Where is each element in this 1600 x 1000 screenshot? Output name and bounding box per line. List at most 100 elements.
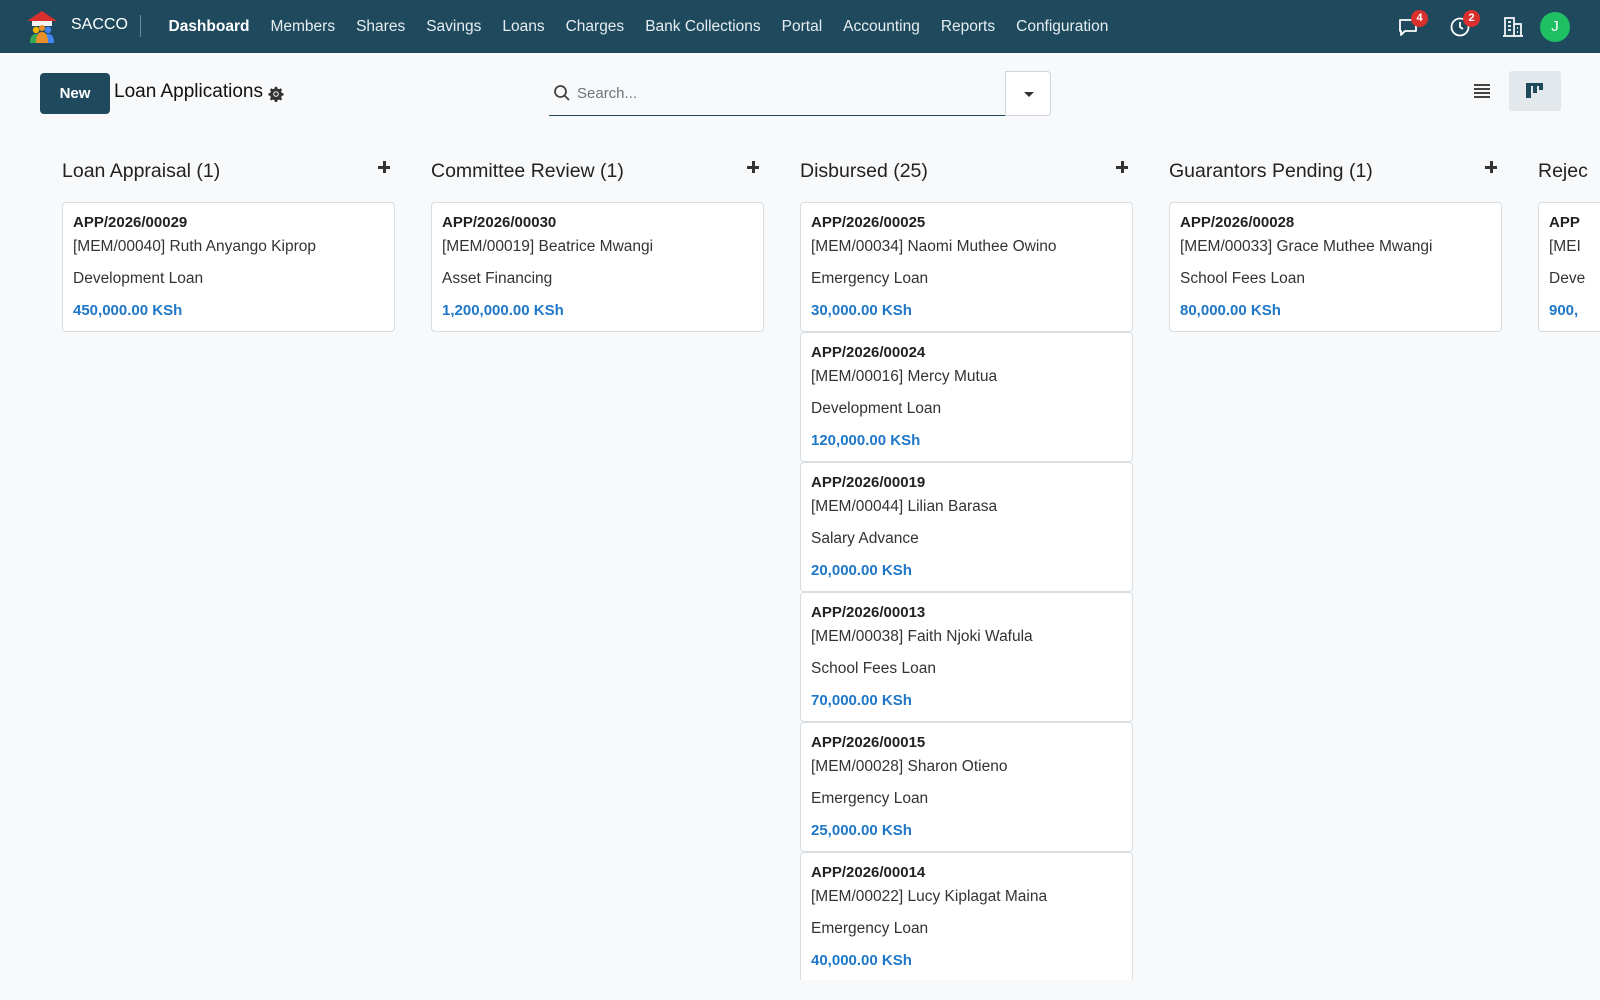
kanban-card[interactable]: APP/2026/00015 [MEM/00028] Sharon Otieno E…	[800, 722, 1133, 852]
messages-button[interactable]: 4	[1396, 10, 1428, 39]
quick-create-plus-icon[interactable]	[373, 156, 395, 178]
application-reference: APP	[1549, 214, 1580, 231]
search-input[interactable]	[577, 79, 997, 107]
loan-amount: 40,000.00 KSh	[811, 952, 912, 969]
loan-amount: 80,000.00 KSh	[1180, 302, 1281, 319]
member-name: [MEM/00040] Ruth Anyango Kiprop	[73, 238, 316, 255]
kanban-board: Loan Appraisal (1) APP/2026/00029 [MEM/000…	[0, 140, 1600, 980]
user-avatar[interactable]: J	[1540, 12, 1570, 42]
column-title[interactable]: Guarantors Pending (1)	[1169, 160, 1373, 183]
menu-item-configuration[interactable]: Configuration	[1006, 18, 1119, 36]
main-menu: Dashboard Members Shares Savings Loans Charge…	[158, 0, 1119, 53]
kanban-card[interactable]: APP/2026/00025 [MEM/00034] Naomi Muthee O…	[800, 202, 1133, 332]
kanban-column: Guarantors Pending (1) APP/2026/00028 [MEM…	[1169, 140, 1502, 332]
loan-product: Development Loan	[811, 400, 942, 417]
menu-item-portal[interactable]: Portal	[771, 18, 833, 36]
activities-badge: 2	[1463, 10, 1480, 27]
kanban-card[interactable]: APP/2026/00014 [MEM/00022] Lucy Kiplagat …	[800, 852, 1133, 980]
column-title[interactable]: Loan Appraisal (1)	[62, 160, 220, 183]
caret-down-icon	[1024, 92, 1034, 97]
application-reference: APP/2026/00013	[811, 604, 926, 621]
quick-create-plus-icon[interactable]	[1480, 156, 1502, 178]
column-title[interactable]: Rejec	[1538, 160, 1588, 183]
column-header: Guarantors Pending (1)	[1169, 140, 1502, 202]
loan-amount: 1,200,000.00 KSh	[442, 302, 564, 319]
menu-item-loans[interactable]: Loans	[492, 18, 555, 36]
kanban-view-button[interactable]	[1509, 71, 1561, 111]
kanban-column: Disbursed (25) APP/2026/00025 [MEM/00034] …	[800, 140, 1133, 980]
building-icon	[1503, 17, 1523, 37]
loan-product: Emergency Loan	[811, 270, 929, 287]
application-reference: APP/2026/00019	[811, 474, 926, 491]
loan-amount: 120,000.00 KSh	[811, 432, 921, 449]
kanban-card[interactable]: APP/2026/00030 [MEM/00019] Beatrice Mwang…	[431, 202, 764, 332]
activities-button[interactable]: 2	[1448, 10, 1480, 39]
menu-item-charges[interactable]: Charges	[555, 18, 635, 36]
kanban-column: Rejec APP [MEI Deve 900,	[1538, 140, 1600, 332]
brand-divider	[140, 15, 141, 37]
kanban-card[interactable]: APP/2026/00019 [MEM/00044] Lilian Barasa S…	[800, 462, 1133, 592]
loan-amount: 30,000.00 KSh	[811, 302, 912, 319]
list-icon	[1474, 84, 1490, 98]
quick-create-plus-icon[interactable]	[742, 156, 764, 178]
loan-product: School Fees Loan	[1180, 270, 1305, 287]
menu-item-savings[interactable]: Savings	[416, 18, 492, 36]
loan-product: Asset Financing	[442, 270, 553, 287]
loan-product: Development Loan	[73, 270, 204, 287]
new-button[interactable]: New	[40, 73, 110, 114]
loan-product: Salary Advance	[811, 530, 919, 547]
member-name: [MEM/00038] Faith Njoki Wafula	[811, 628, 1033, 645]
menu-item-dashboard[interactable]: Dashboard	[158, 18, 260, 36]
kanban-card[interactable]: APP/2026/00013 [MEM/00038] Faith Njoki Wa…	[800, 592, 1133, 722]
kanban-card[interactable]: APP [MEI Deve 900,	[1538, 202, 1600, 332]
loan-product: School Fees Loan	[811, 660, 936, 677]
column-title[interactable]: Disbursed (25)	[800, 160, 928, 183]
menu-item-reports[interactable]: Reports	[930, 18, 1005, 36]
loan-product: Deve	[1549, 270, 1586, 287]
column-header: Loan Appraisal (1)	[62, 140, 395, 202]
menu-item-members[interactable]: Members	[260, 18, 346, 36]
loan-product: Emergency Loan	[811, 790, 929, 807]
loan-amount: 20,000.00 KSh	[811, 562, 912, 579]
application-reference: APP/2026/00024	[811, 344, 926, 361]
search-options-toggle[interactable]	[1005, 71, 1051, 116]
member-name: [MEI	[1549, 238, 1581, 255]
column-title[interactable]: Committee Review (1)	[431, 160, 624, 183]
list-view-button[interactable]	[1462, 73, 1502, 111]
application-reference: APP/2026/00029	[73, 214, 188, 231]
column-header: Disbursed (25)	[800, 140, 1133, 202]
quick-create-plus-icon[interactable]	[1111, 156, 1133, 178]
loan-amount: 25,000.00 KSh	[811, 822, 912, 839]
menu-item-bank-collections[interactable]: Bank Collections	[635, 18, 771, 36]
search-icon	[554, 85, 570, 101]
kanban-icon	[1526, 83, 1543, 98]
loan-product: Emergency Loan	[811, 920, 929, 937]
gear-icon[interactable]	[268, 86, 284, 102]
member-name: [MEM/00016] Mercy Mutua	[811, 368, 998, 385]
page-title: Loan Applications	[114, 81, 263, 102]
member-name: [MEM/00033] Grace Muthee Mwangi	[1180, 238, 1433, 255]
member-name: [MEM/00019] Beatrice Mwangi	[442, 238, 654, 255]
application-reference: APP/2026/00028	[1180, 214, 1295, 231]
top-navbar: SACCO Dashboard Members Shares Savings Loans…	[0, 0, 1600, 53]
application-reference: APP/2026/00015	[811, 734, 926, 751]
kanban-card[interactable]: APP/2026/00029 [MEM/00040] Ruth Anyango K…	[62, 202, 395, 332]
brand-name[interactable]: SACCO	[71, 16, 128, 34]
company-switcher[interactable]	[1501, 15, 1525, 39]
loan-amount: 70,000.00 KSh	[811, 692, 912, 709]
messages-badge: 4	[1411, 10, 1428, 27]
loan-amount: 900,	[1549, 302, 1579, 319]
application-reference: APP/2026/00014	[811, 864, 926, 881]
column-header: Committee Review (1)	[431, 140, 764, 202]
application-reference: APP/2026/00025	[811, 214, 926, 231]
kanban-card[interactable]: APP/2026/00024 [MEM/00016] Mercy Mutua Dev…	[800, 332, 1133, 462]
search-bar	[549, 71, 1005, 116]
column-header: Rejec	[1538, 140, 1600, 202]
menu-item-accounting[interactable]: Accounting	[833, 18, 931, 36]
kanban-column: Committee Review (1) APP/2026/00030 [MEM/0…	[431, 140, 764, 332]
member-name: [MEM/00044] Lilian Barasa	[811, 498, 998, 515]
kanban-card[interactable]: APP/2026/00028 [MEM/00033] Grace Muthee M…	[1169, 202, 1502, 332]
menu-item-shares[interactable]: Shares	[346, 18, 416, 36]
application-reference: APP/2026/00030	[442, 214, 557, 231]
sacco-logo-icon[interactable]	[24, 9, 60, 45]
